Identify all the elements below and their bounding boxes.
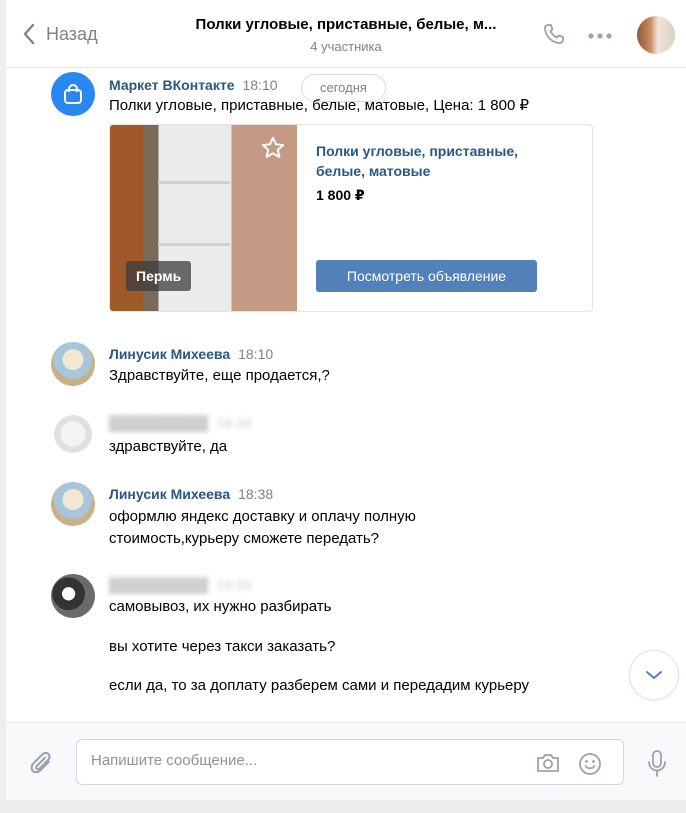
view-listing-button[interactable]: Посмотреть объявление [316, 260, 537, 292]
message-meta: Линусик Михеева 18:38 [109, 486, 273, 502]
chat-header: Назад Полки угловые, приставные, белые, … [6, 0, 686, 68]
message-text: Здравствуйте, еще продается,? [109, 367, 330, 384]
message-meta: Линусик Михеева 18:10 [109, 346, 273, 362]
phone-icon[interactable] [542, 22, 566, 51]
message-text: самовывоз, их нужно разбирать [109, 598, 332, 615]
message-author[interactable]: Линусик Михеева [109, 346, 230, 362]
scroll-down-button[interactable] [629, 650, 679, 700]
message-author[interactable]: Линусик Михеева [109, 486, 230, 502]
product-card[interactable]: Пермь Полки угловые, приставные, белые, … [109, 124, 593, 312]
shopping-bag-icon [64, 84, 82, 104]
message-meta: ██████████ 18:38 [109, 415, 251, 431]
chevron-down-icon [646, 671, 662, 679]
microphone-icon[interactable] [646, 749, 668, 784]
chat-title-block[interactable]: Полки угловые, приставные, белые, м... 4… [176, 16, 516, 54]
participants-count: 4 участника [310, 39, 382, 54]
message-text: стоимость,курьеру сможете передать? [109, 530, 380, 547]
message-input-box[interactable] [76, 739, 624, 785]
chat-window: Назад Полки угловые, приставные, белые, … [0, 0, 686, 813]
message-time: 18:39 [216, 577, 252, 593]
message-author[interactable]: ██████████ [109, 415, 208, 431]
message-time: 18:10 [242, 77, 278, 93]
avatar[interactable] [51, 342, 95, 386]
message-text: оформлю яндекс доставку и оплачу полную [109, 508, 416, 525]
more-dots-icon[interactable] [587, 28, 613, 46]
message-meta: Маркет ВКонтакте 18:10 [109, 77, 278, 93]
message-author[interactable]: Маркет ВКонтакте [109, 77, 234, 93]
message-text: здравствуйте, да [109, 438, 228, 455]
avatar[interactable] [51, 412, 95, 456]
message-input[interactable] [91, 752, 511, 769]
bottom-strip [0, 800, 686, 813]
product-photo[interactable]: Пермь [110, 125, 297, 311]
message-list: сегодня Маркет ВКонтакте 18:10 Полки угло… [6, 68, 686, 722]
product-city: Пермь [126, 261, 192, 291]
product-price: 1 800 ₽ [316, 187, 365, 203]
smile-icon[interactable] [577, 751, 603, 782]
message-time: 18:38 [216, 415, 252, 431]
message-meta: ██████████ 18:39 [109, 577, 251, 593]
product-title[interactable]: Полки угловые, приставные, белые, матовы… [316, 141, 556, 181]
back-label: Назад [46, 23, 98, 44]
back-button[interactable]: Назад [22, 22, 98, 46]
message-text: Полки угловые, приставные, белые, матовы… [109, 97, 530, 114]
message-text: вы хотите через такси заказать? [109, 638, 336, 655]
chat-avatar[interactable] [637, 16, 675, 54]
avatar[interactable] [51, 72, 95, 116]
message-time: 18:38 [238, 486, 274, 502]
message-time: 18:10 [238, 346, 274, 362]
avatar[interactable] [51, 574, 95, 618]
chevron-left-icon [23, 23, 35, 45]
camera-icon[interactable] [535, 751, 561, 780]
chat-title: Полки угловые, приставные, белые, м... [195, 16, 497, 33]
message-composer [6, 722, 686, 800]
message-text: если да, то за доплату разберем сами и п… [109, 677, 530, 694]
message-author[interactable]: ██████████ [109, 577, 208, 593]
avatar[interactable] [51, 482, 95, 526]
paperclip-icon[interactable] [28, 749, 56, 784]
star-icon[interactable] [260, 135, 286, 166]
